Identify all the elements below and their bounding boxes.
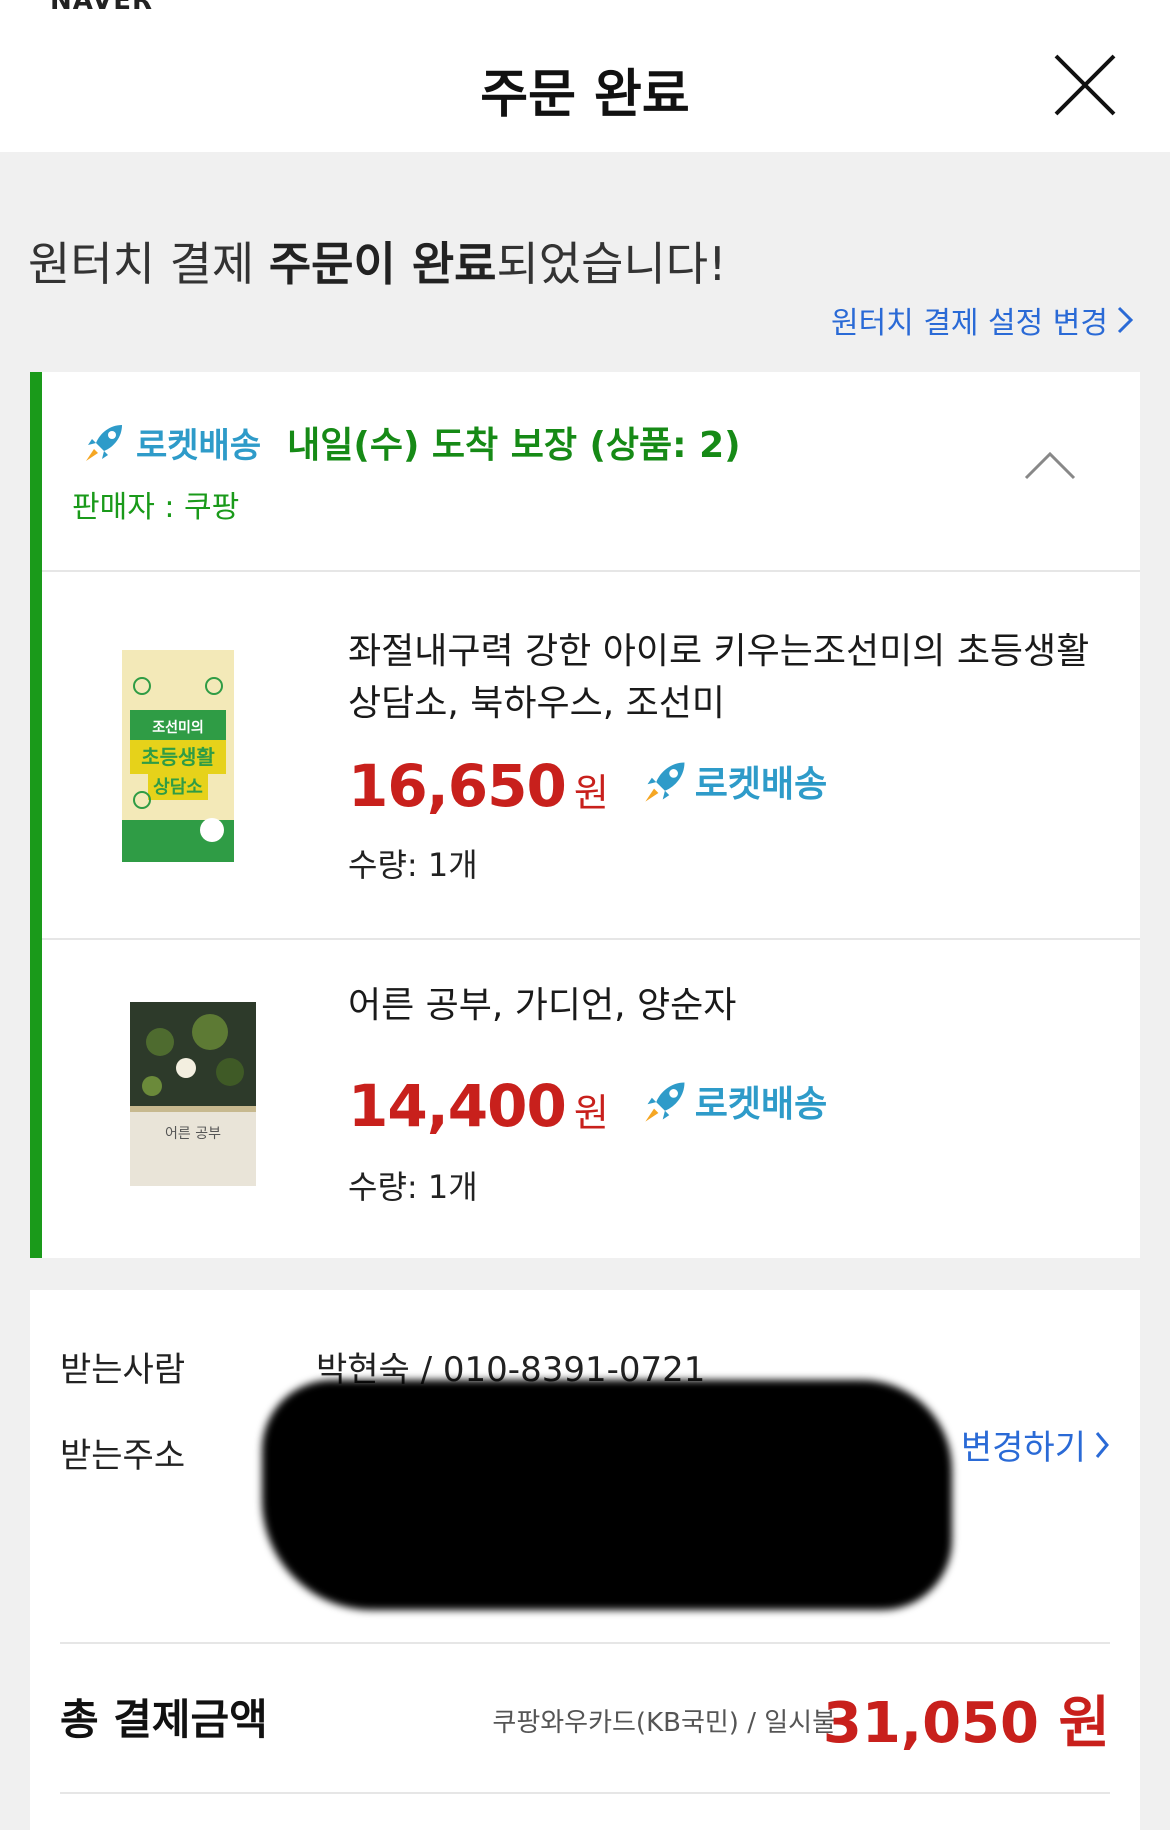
seller-label: 판매자 : 쿠팡 — [72, 490, 240, 525]
svg-text:조선미의: 조선미의 — [152, 719, 204, 736]
chevron-right-icon — [1117, 306, 1134, 334]
rocket-badge-label: 로켓배송 — [694, 764, 828, 805]
total-label: 총 결제금액 — [60, 1695, 268, 1744]
close-button[interactable] — [1052, 52, 1118, 118]
price-row: 16,650 원 로켓배송 — [348, 752, 827, 820]
product-title[interactable]: 좌절내구력 강한 아이로 키우는조선미의 초등생활 상담소, 북하우스, 조선미 — [348, 626, 1108, 730]
delivery-info-card: 받는사람 박현숙 / 010-8391-0721 받는주소 변경하기 총 결제금… — [30, 1290, 1140, 1830]
address-label: 받는주소 — [60, 1436, 186, 1476]
change-link-label: 변경하기 — [960, 1428, 1086, 1468]
rocket-delivery-label: 로켓배송 — [136, 425, 262, 466]
divider — [60, 1792, 1110, 1794]
change-address-link[interactable]: 변경하기 — [961, 1420, 1110, 1469]
headline-part1: 원터치 결제 — [28, 237, 269, 291]
currency-label: 원 — [573, 771, 609, 815]
product-price: 14,400 — [348, 1072, 567, 1140]
payment-method: 쿠팡와우카드(KB국민) / 일시불 — [492, 1708, 836, 1738]
rocket-icon — [86, 425, 122, 461]
redacted-address — [262, 1380, 952, 1610]
onetouch-settings-link[interactable]: 원터치 결제 설정 변경 — [831, 298, 1134, 342]
price-row: 14,400 원 로켓배송 — [348, 1072, 827, 1140]
top-bar: NAVER 주문 완료 — [0, 0, 1170, 152]
product-price: 16,650 — [348, 752, 567, 820]
page-title: 주문 완료 — [480, 65, 690, 125]
close-icon — [1054, 54, 1116, 116]
settings-link-label: 원터치 결제 설정 변경 — [830, 306, 1108, 341]
shipment-line: 로켓배송 내일(수) 도착 보장 (상품: 2) — [82, 416, 741, 468]
chevron-up-icon — [1024, 451, 1076, 480]
rocket-badge-label: 로켓배송 — [694, 1084, 828, 1125]
headline-part2: 되었습니다! — [496, 237, 727, 291]
book-cover-image: 어른 공부 — [130, 1002, 256, 1186]
product-quantity: 수량: 1개 — [348, 846, 478, 884]
svg-text:초등생활: 초등생활 — [141, 745, 215, 769]
svg-text:어른 공부: 어른 공부 — [165, 1126, 221, 1142]
shipment-header: 로켓배송 내일(수) 도착 보장 (상품: 2) 판매자 : 쿠팡 — [42, 372, 1140, 570]
rocket-badge: 로켓배송 — [641, 755, 827, 807]
recipient-label: 받는사람 — [60, 1350, 186, 1390]
order-card: 로켓배송 내일(수) 도착 보장 (상품: 2) 판매자 : 쿠팡 조선미의 초… — [30, 372, 1140, 1258]
product-title[interactable]: 어른 공부, 가디언, 양순자 — [348, 980, 1108, 1032]
product-quantity: 수량: 1개 — [348, 1168, 478, 1206]
book-cover-image: 조선미의 초등생활 상담소 — [122, 650, 234, 862]
arrival-guarantee: 내일(수) 도착 보장 (상품: 2) — [287, 425, 741, 466]
rocket-icon — [645, 762, 685, 802]
currency-label: 원 — [573, 1091, 609, 1135]
headline-bold: 주문이 완료 — [268, 237, 497, 291]
order-complete-message: 원터치 결제 주문이 완료되었습니다! — [28, 228, 727, 294]
total-amount: 31,050 원 — [822, 1691, 1110, 1756]
rocket-badge: 로켓배송 — [641, 1075, 827, 1127]
divider — [60, 1642, 1110, 1644]
collapse-button[interactable] — [1022, 444, 1078, 484]
svg-text:상담소: 상담소 — [153, 777, 203, 798]
product-item[interactable]: 어른 공부 어른 공부, 가디언, 양순자 14,400 원 로켓배송 수량: … — [42, 940, 1140, 1308]
product-item[interactable]: 조선미의 초등생활 상담소 좌절내구력 강한 아이로 키우는조선미의 초등생활 … — [42, 572, 1140, 940]
chevron-right-icon — [1095, 1431, 1109, 1458]
rocket-icon — [645, 1082, 685, 1122]
brand-label: NAVER — [50, 0, 154, 16]
